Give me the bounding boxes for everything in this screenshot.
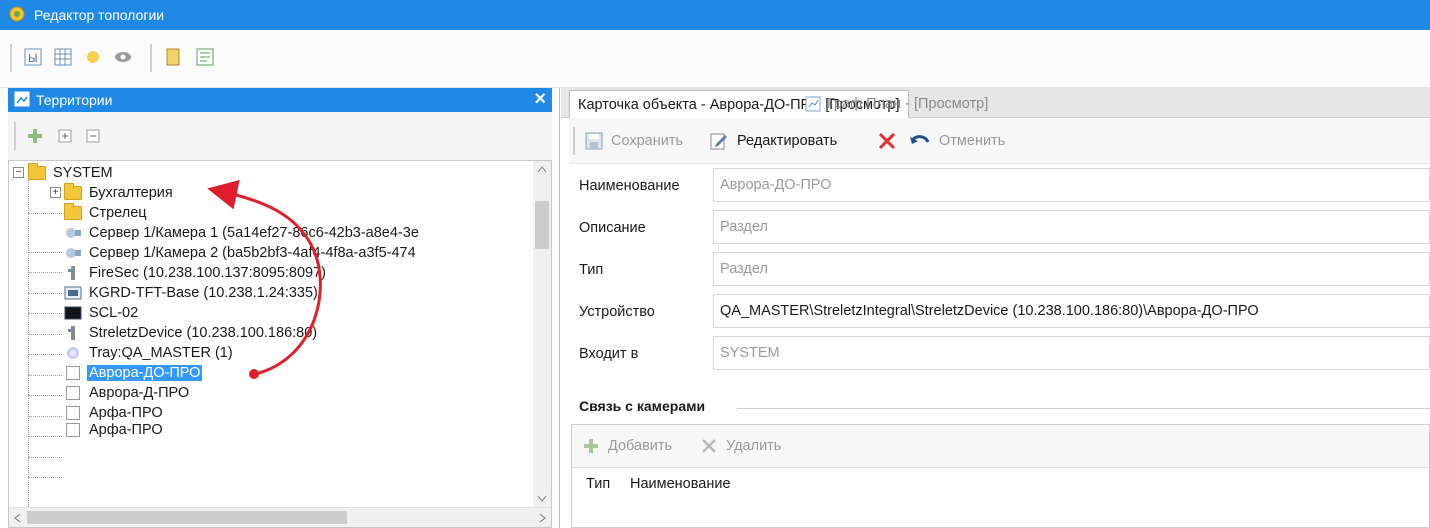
annotation-arrow xyxy=(207,179,322,379)
toolbar-separator xyxy=(573,127,575,155)
name-field[interactable]: Аврора-ДО-ПРО xyxy=(713,168,1430,202)
toolbar-separator xyxy=(14,122,16,150)
delete-button[interactable] xyxy=(877,128,905,154)
territories-toolbar xyxy=(8,112,552,160)
close-icon[interactable]: × xyxy=(534,89,546,109)
star-icon[interactable] xyxy=(80,44,106,70)
collapse-all-icon[interactable] xyxy=(80,123,106,149)
eye-icon[interactable] xyxy=(110,44,136,70)
parent-value: SYSTEM xyxy=(720,345,780,361)
type-field[interactable]: Раздел xyxy=(713,252,1430,286)
layout-icon[interactable] xyxy=(192,44,218,70)
add-icon[interactable] xyxy=(22,123,48,149)
type-value: Раздел xyxy=(720,261,768,277)
save-button[interactable]: Сохранить xyxy=(585,128,683,154)
territories-panel: Территории × − + SYSTEM Бухгалтерия Стре… xyxy=(0,88,560,528)
cameras-toolbar: Добавить Удалить xyxy=(572,425,1429,467)
device-label: Устройство xyxy=(579,304,655,320)
main-toolbar: Ы xyxy=(0,30,1430,88)
cameras-section-title: Связь с камерами xyxy=(579,398,706,414)
edit-label: Редактировать xyxy=(737,133,838,149)
graph-icon xyxy=(805,96,821,112)
description-label: Описание xyxy=(579,220,646,236)
zoom-icon[interactable]: Ы xyxy=(20,44,46,70)
expand-all-icon[interactable] xyxy=(52,123,78,149)
scrollbar-thumb[interactable] xyxy=(27,511,347,524)
name-label: Наименование xyxy=(579,178,680,194)
scrollbar-thumb[interactable] xyxy=(535,201,549,249)
description-field[interactable]: Раздел xyxy=(713,210,1430,244)
cancel-label: Отменить xyxy=(939,133,1006,149)
cancel-button[interactable]: Отменить xyxy=(909,128,1005,154)
svg-text:Ы: Ы xyxy=(28,52,38,65)
cameras-table-header: Тип Наименование xyxy=(572,467,1429,501)
card-toolbar: Сохранить Редактировать Отменить xyxy=(569,118,1430,164)
toolbar-separator xyxy=(10,44,12,72)
add-icon xyxy=(582,437,600,455)
description-value: Раздел xyxy=(720,219,768,235)
territories-header: Территории × xyxy=(8,88,552,112)
territories-title: Территории xyxy=(36,92,113,108)
page-icon[interactable] xyxy=(160,44,186,70)
add-label: Добавить xyxy=(608,438,673,454)
type-label: Тип xyxy=(579,262,604,278)
save-icon xyxy=(585,132,603,150)
section-divider xyxy=(737,408,1430,409)
undo-icon xyxy=(909,132,931,150)
tab-label: Граф План - [Просмотр] xyxy=(827,96,989,112)
edit-icon xyxy=(709,131,729,151)
tab-graph-plan[interactable]: Граф План - [Просмотр] xyxy=(797,90,996,118)
tree-vertical-scrollbar[interactable] xyxy=(533,161,551,507)
edit-button[interactable]: Редактировать xyxy=(709,128,837,154)
device-field[interactable]: QA_MASTER\StreletzIntegral\StreletzDevic… xyxy=(713,294,1430,328)
device-value: QA_MASTER\StreletzIntegral\StreletzDevic… xyxy=(720,303,1259,319)
delete-icon xyxy=(877,131,897,151)
delete-label: Удалить xyxy=(726,438,782,454)
column-header-name[interactable]: Наименование xyxy=(630,476,731,492)
delete-icon xyxy=(700,437,718,455)
name-value: Аврора-ДО-ПРО xyxy=(720,177,832,193)
column-header-type[interactable]: Тип xyxy=(586,476,610,492)
add-camera-button[interactable]: Добавить xyxy=(582,433,672,459)
parent-field[interactable]: SYSTEM xyxy=(713,336,1430,370)
title-bar: Редактор топологии xyxy=(0,0,1430,30)
toolbar-separator xyxy=(150,44,152,72)
tree-horizontal-scrollbar[interactable] xyxy=(9,507,551,527)
window-title: Редактор топологии xyxy=(34,7,165,23)
grid-icon[interactable] xyxy=(50,44,76,70)
cameras-panel: Добавить Удалить Тип Наименование xyxy=(571,424,1430,528)
object-card-panel: Карточка объекта - Аврора-ДО-ПРО [Просмо… xyxy=(561,88,1430,528)
app-icon xyxy=(8,5,26,26)
tab-strip: Карточка объекта - Аврора-ДО-ПРО [Просмо… xyxy=(561,88,1430,118)
territory-tree[interactable]: − + SYSTEM Бухгалтерия Стрелец Сервер 1/… xyxy=(8,160,552,528)
territory-icon xyxy=(14,91,30,110)
save-label: Сохранить xyxy=(611,133,684,149)
parent-label: Входит в xyxy=(579,346,639,362)
delete-camera-button[interactable]: Удалить xyxy=(700,433,781,459)
